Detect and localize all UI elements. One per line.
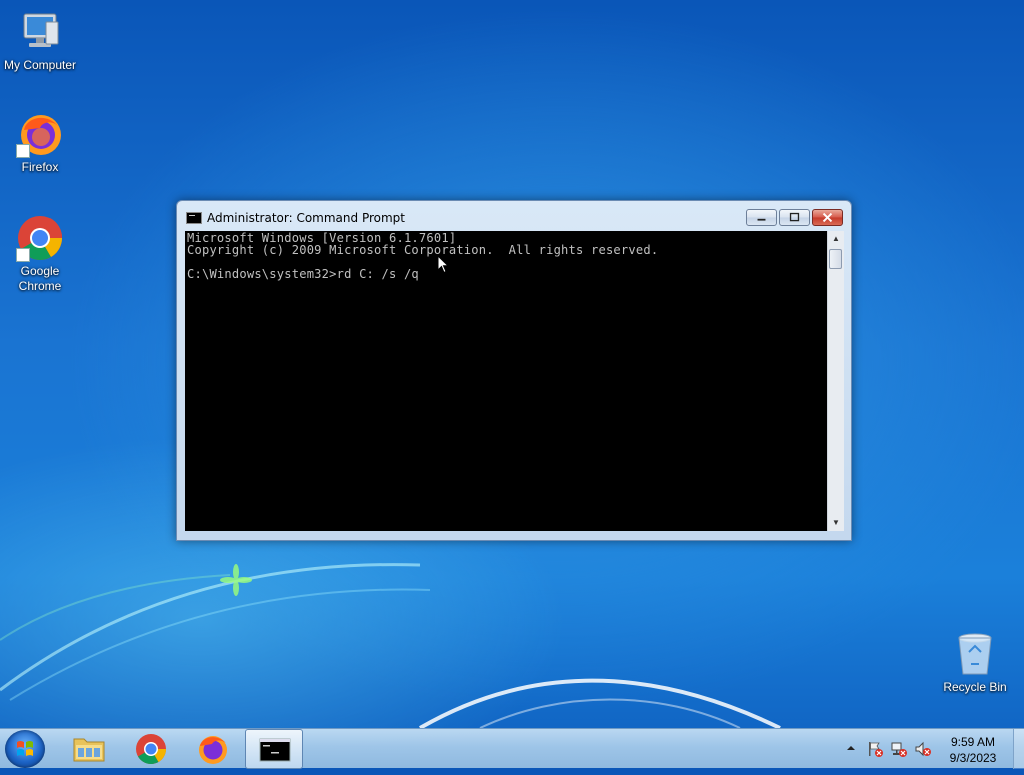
start-button[interactable] [5, 730, 45, 768]
close-button[interactable] [812, 209, 843, 226]
action-center-flag-icon[interactable] [866, 740, 884, 758]
desktop-icon-my-computer[interactable]: My Computer [0, 8, 80, 73]
mouse-cursor-icon [437, 255, 449, 274]
shortcut-arrow-icon [16, 144, 30, 158]
taskbar: 9:59 AM 9/3/2023 [0, 728, 1024, 769]
taskbar-item-firefox[interactable] [184, 729, 242, 769]
clock-date: 9/3/2023 [949, 751, 997, 765]
computer-icon [16, 8, 64, 56]
scroll-thumb[interactable] [829, 249, 842, 269]
chrome-icon [16, 214, 64, 262]
firefox-icon [199, 736, 227, 764]
maximize-button[interactable] [779, 209, 810, 226]
vertical-scrollbar[interactable]: ▲ ▼ [827, 231, 844, 531]
clock-time: 9:59 AM [950, 735, 996, 749]
window-titlebar[interactable]: Administrator: Command Prompt [177, 201, 851, 231]
folder-icon [73, 738, 105, 762]
chrome-icon [136, 734, 166, 765]
desktop-icon-label: Google Chrome [18, 264, 62, 293]
taskbar-item-command-prompt[interactable] [245, 729, 303, 769]
console-line: Copyright (c) 2009 Microsoft Corporation… [187, 243, 659, 257]
shortcut-arrow-icon [16, 248, 30, 262]
network-icon[interactable] [890, 740, 908, 758]
show-hidden-icons-icon[interactable] [846, 743, 856, 753]
minimize-button[interactable] [746, 209, 777, 226]
cmd-icon [259, 738, 291, 762]
window-title: Administrator: Command Prompt [207, 211, 405, 225]
desktop-icon-recycle-bin[interactable]: Recycle Bin [935, 630, 1015, 695]
desktop-icon-label: My Computer [3, 58, 77, 72]
taskbar-clock[interactable]: 9:59 AM 9/3/2023 [928, 734, 1018, 766]
desktop-icon-label: Firefox [21, 160, 59, 174]
desktop-icon-label: Recycle Bin [943, 680, 1007, 694]
taskbar-item-chrome[interactable] [122, 729, 180, 769]
windows-logo-icon [17, 741, 33, 756]
console-output[interactable]: Microsoft Windows [Version 6.1.7601] Cop… [185, 231, 827, 531]
firefox-icon [16, 110, 64, 158]
cmd-icon [186, 212, 202, 224]
recycle-bin-icon [951, 630, 999, 678]
console-prompt-line: C:\Windows\system32>rd C: /s /q [187, 267, 419, 281]
show-desktop-button[interactable] [1013, 729, 1024, 769]
desktop-icon-google-chrome[interactable]: Google Chrome [0, 214, 80, 294]
command-prompt-window[interactable]: Administrator: Command Prompt Microsoft … [176, 200, 852, 541]
scroll-up-icon[interactable]: ▲ [828, 231, 844, 247]
desktop-icon-firefox[interactable]: Firefox [0, 110, 80, 175]
taskbar-item-file-explorer[interactable] [60, 729, 118, 769]
system-tray: 9:59 AM 9/3/2023 [840, 729, 1024, 769]
scroll-down-icon[interactable]: ▼ [828, 515, 844, 531]
